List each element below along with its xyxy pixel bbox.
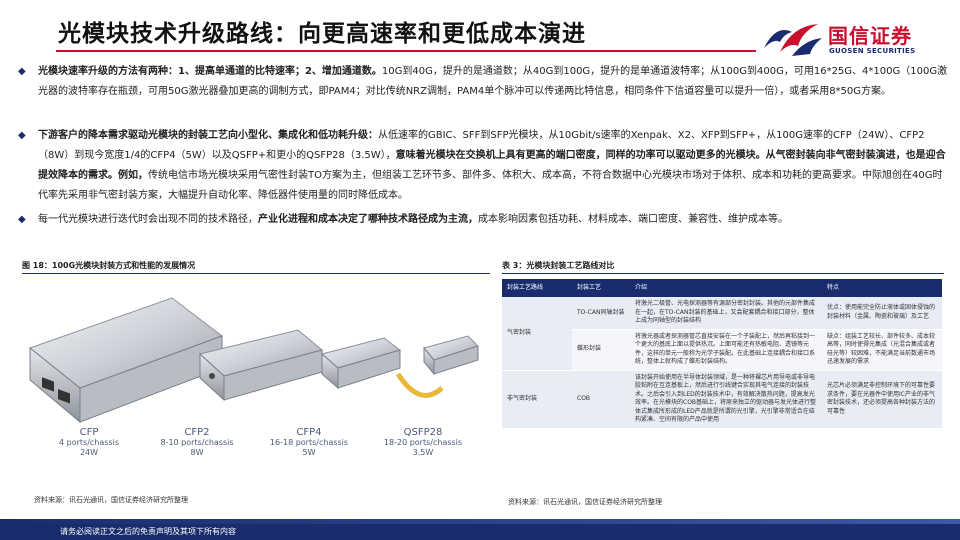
figure-source-note: 资料来源：讯石光通讯，国信证券经济研究所整理: [34, 496, 188, 504]
diamond-bullet-icon: ◆: [18, 130, 26, 141]
figure-title-rule: [22, 273, 490, 274]
diamond-bullet-icon: ◆: [18, 214, 26, 225]
table-cell-feature: 优点：使用能完全防止液体或固体侵蚀的封装材料（金属、陶瓷和玻璃）及工艺: [822, 297, 942, 330]
page-title: 光模块技术升级路线：向更高速率和更低成本演进: [58, 21, 586, 47]
company-logo: 国信证券 GUOSEN SECURITIES: [762, 18, 952, 62]
bullet-bold-text: 产业化进程和成本决定了哪种技术路径成为主流，: [258, 214, 478, 225]
module-label-cfp2: CFP2 8-10 ports/chassis 8W: [160, 427, 234, 458]
table-header-cell: 封装工艺: [572, 279, 630, 297]
bullet-text: 每一代光模块进行迭代时会出现不同的技术路径，: [38, 214, 258, 225]
module-photo-figure: CFP 4 ports/chassis 24W CFP2 8-10 ports/…: [22, 276, 490, 488]
module-label-cfp4: CFP4 16-18 ports/chassis 5W: [269, 427, 349, 458]
table-cell-feature: 光芯片必须满足非控制环境下的可靠性要求条件，要在光器件中使用IC产业的非气密封装…: [822, 370, 942, 429]
module-label-qsfp28: QSFP28 18-20 ports/chassis 3.5W: [383, 427, 463, 458]
table-title: 表 3：光模块封装工艺路线对比: [502, 261, 615, 270]
table-header-cell: 介绍: [630, 279, 822, 297]
bullet-bold-text: 光模块速率升级的方法有两种：1、提高单通道的比特速率；2、增加通道数。: [38, 66, 382, 77]
footer-disclaimer: 请务必阅读正文之后的免责声明及其项下所有内容: [60, 527, 236, 536]
bullet-list: ◆ 光模块速率升级的方法有两种：1、提高单通道的比特速率；2、增加通道数。10G…: [18, 62, 948, 232]
figure-title: 图 18：100G光模块封装方式和性能的发展情况: [22, 261, 196, 270]
table-cell-intro: 将激光器或者探测器管芯直接安装在一个子装配上，然后再粘接到一个更大的基底上面以提…: [630, 329, 822, 371]
table-cell-process: TO-CAN同轴封装: [572, 297, 630, 330]
table-cell-intro: 将激光二极管、光电探测器等有源部分密封封装。其他的元部件集成在一起，在TO-CA…: [630, 297, 822, 330]
table-cell-process: COB: [572, 370, 630, 429]
table-row: 非气密封装 COB 该封装开始使用在半导体封装领域，是一种将裸芯片用导电或非导电…: [502, 370, 942, 429]
bullet-bold-text: 下游客户的降本需求驱动光模块的封装工艺向小型化、集成化和低功耗升级：: [38, 130, 378, 141]
table-header-cell: 特点: [822, 279, 942, 297]
module-label-cfp: CFP 4 ports/chassis 24W: [59, 427, 119, 458]
table-cell-route: 气密封装: [502, 297, 572, 371]
table-cell-route: 非气密封装: [502, 370, 572, 429]
title-divider: [56, 50, 756, 52]
bullet-item-tech-path: ◆ 每一代光模块进行迭代时会出现不同的技术路径，产业化进程和成本决定了哪种技术路…: [18, 210, 948, 230]
bullet-text-2: 传统电信市场光模块采用气密性封装TO方案为主，但组装工艺环节多、部件多、体积大、…: [38, 170, 943, 201]
bullet-item-speed-upgrade: ◆ 光模块速率升级的方法有两种：1、提高单通道的比特速率；2、增加通道数。10G…: [18, 62, 948, 124]
table-title-rule: [502, 273, 944, 274]
table-header-row: 封装工艺路线 封装工艺 介绍 特点: [502, 279, 942, 297]
table-cell-feature: 缺点：组装工艺较长、部件较多、成本较高等，同时使得光集成（光混合集成或者硅光等）…: [822, 329, 942, 371]
logo-chinese-name: 国信证券: [828, 24, 912, 48]
guosen-logo-icon: [764, 24, 822, 56]
table-source-note: 资料来源：讯石光通讯，国信证券经济研究所整理: [508, 498, 662, 506]
bullet-text-2: 成本影响因素包括功耗、材料成本、端口密度、兼容性、维护成本等。: [478, 214, 788, 225]
footer-bar: 请务必阅读正文之后的免责声明及其项下所有内容: [0, 524, 960, 540]
table-header-cell: 封装工艺路线: [502, 279, 572, 297]
qsfp28-module-image: [395, 335, 479, 398]
diamond-bullet-icon: ◆: [18, 66, 26, 77]
table-cell-intro: 该封装开始使用在半导体封装领域，是一种将裸芯片用导电或非导电胶粘附在互连基板上，…: [630, 370, 822, 429]
packaging-comparison-table: 封装工艺路线 封装工艺 介绍 特点 气密封装 TO-CAN同轴封装 将激光二极管…: [502, 279, 942, 429]
logo-english-name: GUOSEN SECURITIES: [829, 47, 916, 55]
table-row: 气密封装 TO-CAN同轴封装 将激光二极管、光电探测器等有源部分密封封装。其他…: [502, 297, 942, 371]
cfp4-module-image: [320, 337, 402, 390]
bullet-item-packaging-trend: ◆ 下游客户的降本需求驱动光模块的封装工艺向小型化、集成化和低功耗升级：从低速率…: [18, 126, 948, 208]
cfp-module-image: [28, 297, 224, 424]
table-cell-process: 蝶形封装: [572, 329, 630, 371]
